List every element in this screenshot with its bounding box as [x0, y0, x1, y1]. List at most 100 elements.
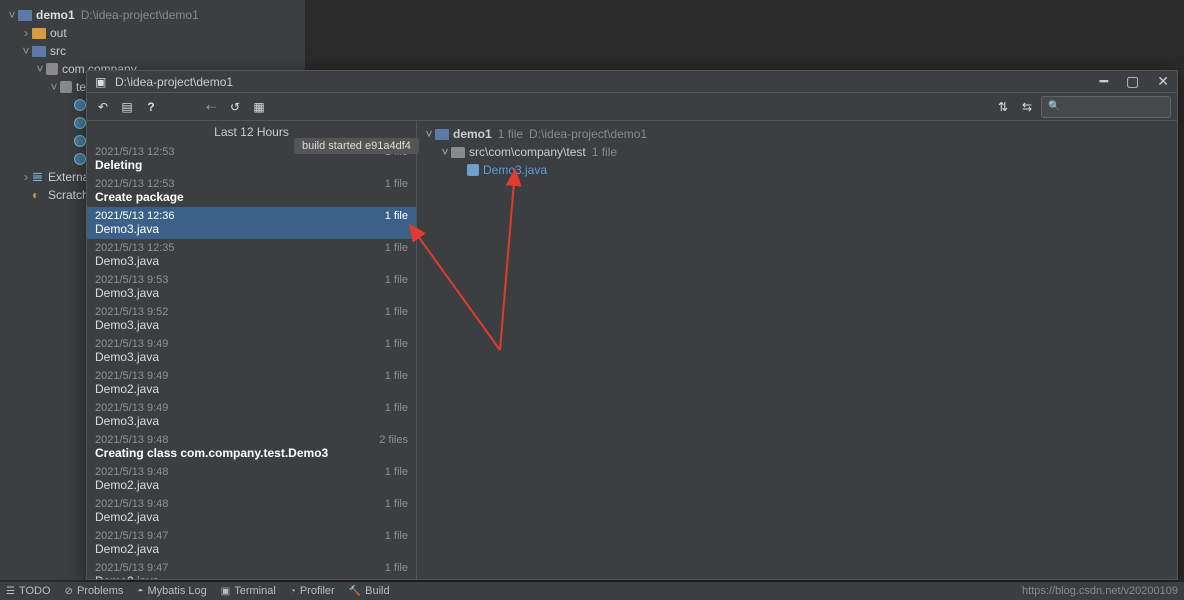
history-item-time: 2021/5/13 9:49 [95, 370, 168, 382]
grid-button[interactable]: ▦ [249, 97, 269, 117]
history-item-count: 2 files [379, 434, 408, 446]
history-item[interactable]: 2021/5/13 9:471 fileDemo2.java [87, 559, 416, 579]
history-item-meta: 2021/5/13 9:47 1 file [95, 530, 408, 542]
problems-tab[interactable]: ⊘Problems [65, 585, 124, 597]
expand-button[interactable]: ⇅ [993, 97, 1013, 117]
history-item[interactable]: 2021/5/13 9:531 fileDemo3.java [87, 271, 416, 303]
history-item-count: 1 file [385, 402, 408, 414]
class-icon [74, 135, 86, 147]
tree-root[interactable]: demo1 D:\idea-project\demo1 [0, 6, 305, 24]
mybatis-tab[interactable]: ◓Mybatis Log [137, 585, 206, 597]
prev-diff-button[interactable]: ⇠ [201, 97, 221, 117]
package-icon [46, 63, 58, 75]
history-item[interactable]: 2021/5/13 12:35 1 fileDemo3.java [87, 239, 416, 271]
history-item-meta: 2021/5/13 9:482 files [95, 434, 408, 446]
popup-toolbar: ↶ ▤ ? ⇠ ↺ ▦ ⇅ ⇆ [87, 93, 1177, 121]
chevron-down-icon[interactable] [6, 8, 18, 22]
history-item[interactable]: 2021/5/13 12:361 fileDemo3.java [87, 207, 416, 239]
chevron-down-icon[interactable] [34, 62, 46, 76]
history-item-count: 1 file [385, 274, 408, 286]
scratch-icon: ◐ [32, 188, 44, 202]
history-item[interactable]: 2021/5/13 9:491 fileDemo3.java [87, 335, 416, 367]
undo-button[interactable]: ↶ [93, 97, 113, 117]
tree-item-label: out [50, 26, 67, 40]
changes-file[interactable]: Demo3.java [423, 161, 1171, 179]
history-item-title: Demo3.java [95, 350, 408, 364]
revert-button[interactable]: ↺ [225, 97, 245, 117]
folder-icon [32, 46, 46, 57]
history-item[interactable]: 2021/5/13 9:481 fileDemo2.java [87, 495, 416, 527]
maximize-button[interactable]: ▢ [1126, 73, 1139, 90]
history-item-time: 2021/5/13 9:52 [95, 306, 168, 318]
help-button[interactable]: ? [141, 97, 161, 117]
history-item-title: Demo3.java [95, 254, 408, 268]
changes-root[interactable]: demo1 1 file D:\idea-project\demo1 [423, 125, 1171, 143]
history-item-time: 2021/5/13 12:53 [95, 146, 175, 158]
history-item-count: 1 file [385, 242, 408, 254]
build-tab[interactable]: 🔨Build [349, 585, 390, 597]
tree-item[interactable]: out [0, 24, 305, 42]
history-item-title: Demo2.java [95, 542, 408, 556]
java-file-icon [467, 164, 479, 176]
history-item[interactable]: 2021/5/13 9:491 fileDemo2.java [87, 367, 416, 399]
class-icon [74, 99, 86, 111]
history-item-meta: 2021/5/13 9:481 file [95, 498, 408, 510]
history-item-time: 2021/5/13 9:47 [95, 562, 168, 574]
changes-package[interactable]: src\com\company\test 1 file [423, 143, 1171, 161]
save-button[interactable]: ▤ [117, 97, 137, 117]
bottom-toolbar: ☰TODO ⊘Problems ◓Mybatis Log ▣Terminal ◔… [0, 582, 1184, 600]
profiler-tab[interactable]: ◔Profiler [290, 585, 335, 597]
history-item-meta: 2021/5/13 9:491 file [95, 338, 408, 350]
changes-root-path: D:\idea-project\demo1 [529, 127, 647, 141]
chevron-down-icon[interactable] [48, 80, 60, 94]
history-item-count: 1 file [385, 466, 408, 478]
history-item[interactable]: 2021/5/13 9:481 fileDemo2.java [87, 463, 416, 495]
changes-pkg-count: 1 file [592, 145, 617, 159]
popup-titlebar: ▣ D:\idea-project\demo1 ━ ▢ ✕ [87, 71, 1177, 93]
history-item-title: Creating class com.company.test.Demo3 [95, 446, 408, 460]
history-item-time: 2021/5/13 12:36 [95, 210, 175, 222]
minimize-button[interactable]: ━ [1100, 73, 1108, 90]
chevron-down-icon[interactable] [439, 145, 451, 159]
tree-item-label: src [50, 44, 66, 58]
watermark: https://blog.csdn.net/v20200109 [1022, 585, 1178, 597]
history-item-time: 2021/5/13 9:47 [95, 530, 168, 542]
history-item-count: 1 file [385, 530, 408, 542]
history-item[interactable]: 2021/5/13 9:491 fileDemo3.java [87, 399, 416, 431]
terminal-tab[interactable]: ▣Terminal [221, 585, 276, 597]
build-chip: build started e91a4df4 [294, 138, 419, 154]
history-item-meta: 2021/5/13 9:491 file [95, 402, 408, 414]
class-icon [74, 153, 86, 165]
history-item-title: Create package [95, 190, 408, 204]
history-item-title: Demo3.java [95, 318, 408, 332]
tree-item[interactable]: src [0, 42, 305, 60]
history-item-title: Demo2.java [95, 478, 408, 492]
history-item-count: 1 file [385, 370, 408, 382]
history-item-count: 1 file [385, 498, 408, 510]
history-item-title: Demo2.java [95, 510, 408, 524]
history-item-meta: 2021/5/13 9:53 1 file [95, 274, 408, 286]
changes-tree: demo1 1 file D:\idea-project\demo1 src\c… [417, 121, 1177, 579]
collapse-button[interactable]: ⇆ [1017, 97, 1037, 117]
history-item-time: 2021/5/13 9:49 [95, 338, 168, 350]
chevron-down-icon[interactable] [20, 44, 32, 58]
chevron-right-icon[interactable] [20, 26, 32, 40]
history-item[interactable]: 2021/5/13 12:531 fileCreate package [87, 175, 416, 207]
history-item-title: Demo3.java [95, 414, 408, 428]
changes-root-label: demo1 [453, 127, 492, 141]
history-item[interactable]: 2021/5/13 9:482 filesCreating class com.… [87, 431, 416, 463]
todo-tab[interactable]: ☰TODO [6, 585, 51, 597]
history-item-meta: 2021/5/13 9:52 1 file [95, 306, 408, 318]
history-item-time: 2021/5/13 9:53 [95, 274, 168, 286]
history-item-count: 1 file [385, 210, 408, 222]
history-item[interactable]: 2021/5/13 9:47 1 fileDemo2.java [87, 527, 416, 559]
search-input[interactable] [1041, 96, 1171, 118]
history-item-time: 2021/5/13 12:35 [95, 242, 175, 254]
history-item-count: 1 file [385, 306, 408, 318]
close-button[interactable]: ✕ [1157, 73, 1169, 90]
history-item[interactable]: 2021/5/13 9:52 1 fileDemo3.java [87, 303, 416, 335]
chevron-down-icon[interactable] [423, 127, 435, 141]
local-history-popup: ▣ D:\idea-project\demo1 ━ ▢ ✕ ↶ ▤ ? ⇠ ↺ … [86, 70, 1178, 580]
history-item-title: Deleting [95, 158, 408, 172]
chevron-right-icon[interactable] [20, 170, 32, 184]
